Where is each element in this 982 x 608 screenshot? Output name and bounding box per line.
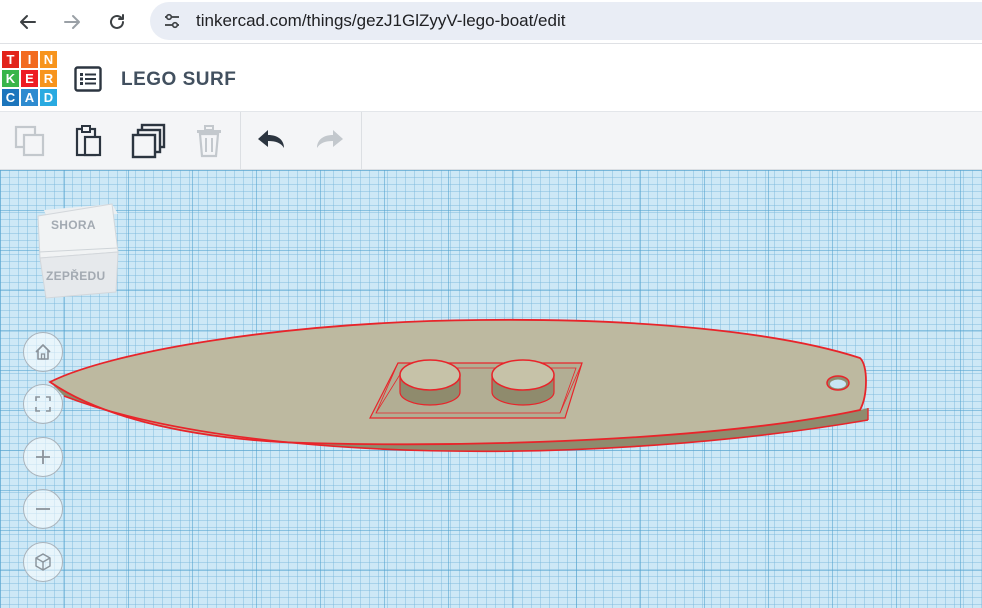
logo-tile: N — [40, 51, 57, 68]
workplane[interactable]: SHORA ZEPŘEDU — [0, 170, 982, 608]
logo-tile: K — [2, 70, 19, 87]
logo-tile: R — [40, 70, 57, 87]
tinkercad-logo[interactable]: T I N K E R C A D — [2, 51, 58, 107]
back-arrow-icon[interactable] — [13, 7, 43, 37]
toolbar-divider — [240, 112, 241, 170]
lego-stud-top — [399, 359, 461, 391]
app-header: T I N K E R C A D LEGO SURF — [0, 44, 982, 112]
undo-icon[interactable] — [253, 123, 289, 159]
delete-icon[interactable] — [191, 123, 227, 159]
toolbar-divider — [361, 112, 362, 170]
forward-arrow-icon[interactable] — [57, 7, 87, 37]
browser-bar: tinkercad.com/things/gezJ1GlZyyV-lego-bo… — [0, 0, 982, 44]
logo-tile: T — [2, 51, 19, 68]
logo-tile: E — [21, 70, 38, 87]
design-list-icon[interactable] — [74, 66, 102, 92]
duplicate-icon[interactable] — [131, 123, 167, 159]
logo-tile: A — [21, 89, 38, 106]
site-settings-icon[interactable] — [160, 9, 184, 33]
redo-icon[interactable] — [312, 123, 348, 159]
url-text[interactable]: tinkercad.com/things/gezJ1GlZyyV-lego-bo… — [196, 11, 565, 31]
paste-icon[interactable] — [70, 123, 106, 159]
lego-stud-top — [491, 359, 555, 391]
edit-toolbar — [0, 112, 982, 170]
copy-icon[interactable] — [12, 123, 48, 159]
logo-tile: I — [21, 51, 38, 68]
design-title[interactable]: LEGO SURF — [121, 69, 236, 91]
reload-icon[interactable] — [102, 7, 132, 37]
surfboard-shape[interactable] — [0, 170, 982, 608]
logo-tile: C — [2, 89, 19, 106]
leash-hole-inner — [830, 379, 846, 389]
logo-tile: D — [40, 89, 57, 106]
